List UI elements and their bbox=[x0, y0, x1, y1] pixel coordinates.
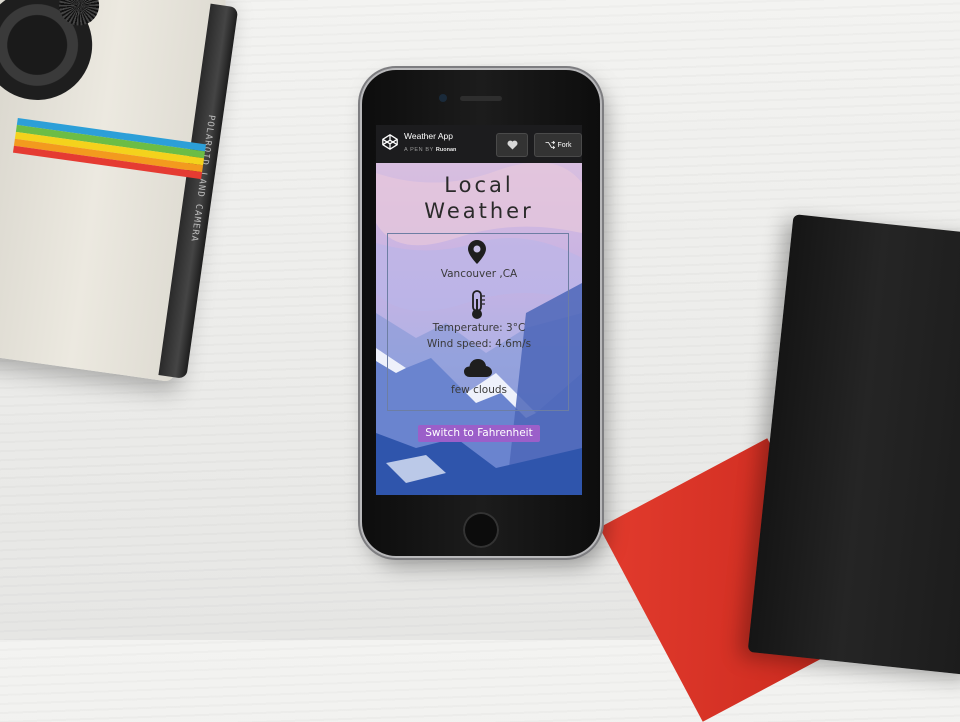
condition-text: few clouds bbox=[451, 384, 507, 396]
fork-button[interactable]: Fork bbox=[534, 133, 582, 157]
map-marker-icon bbox=[468, 240, 486, 264]
thermometer-icon bbox=[472, 290, 485, 319]
polaroid-camera: POLAROID LAND CAMERA bbox=[0, 0, 257, 396]
temperature-text: Temperature: 3°C bbox=[432, 322, 526, 334]
phone-screen: Weather App A PEN BY Ruonan Fork Local W… bbox=[376, 125, 582, 495]
fork-icon bbox=[545, 141, 555, 149]
pen-author[interactable]: Ruonan bbox=[436, 147, 456, 153]
switch-to-fahrenheit-button[interactable]: Switch to Fahrenheit bbox=[418, 425, 540, 442]
wind-speed-text: Wind speed: 4.6m/s bbox=[426, 338, 532, 350]
pen-byline: A PEN BY Ruonan bbox=[404, 147, 456, 153]
codepen-logo-icon[interactable] bbox=[381, 133, 399, 151]
cloud-icon bbox=[464, 359, 492, 377]
pen-title[interactable]: Weather App bbox=[404, 131, 453, 141]
byline-prefix: A PEN BY bbox=[404, 147, 434, 153]
heart-button[interactable] bbox=[496, 133, 528, 157]
codepen-header: Weather App A PEN BY Ruonan Fork bbox=[376, 125, 582, 163]
app-title-line2: Weather bbox=[424, 199, 534, 223]
earpiece-speaker bbox=[460, 96, 502, 101]
home-button[interactable] bbox=[463, 512, 499, 548]
heart-icon bbox=[507, 140, 517, 150]
weather-app: Local Weather Vancouver ,CA Temperature:… bbox=[376, 163, 582, 495]
front-camera bbox=[439, 94, 447, 102]
black-notebook bbox=[747, 214, 960, 676]
location-text: Vancouver ,CA bbox=[440, 268, 518, 280]
app-title-line1: Local bbox=[444, 173, 514, 197]
weather-card: Vancouver ,CA Temperature: 3°C Wind spee… bbox=[387, 233, 569, 411]
fork-label: Fork bbox=[557, 141, 572, 149]
